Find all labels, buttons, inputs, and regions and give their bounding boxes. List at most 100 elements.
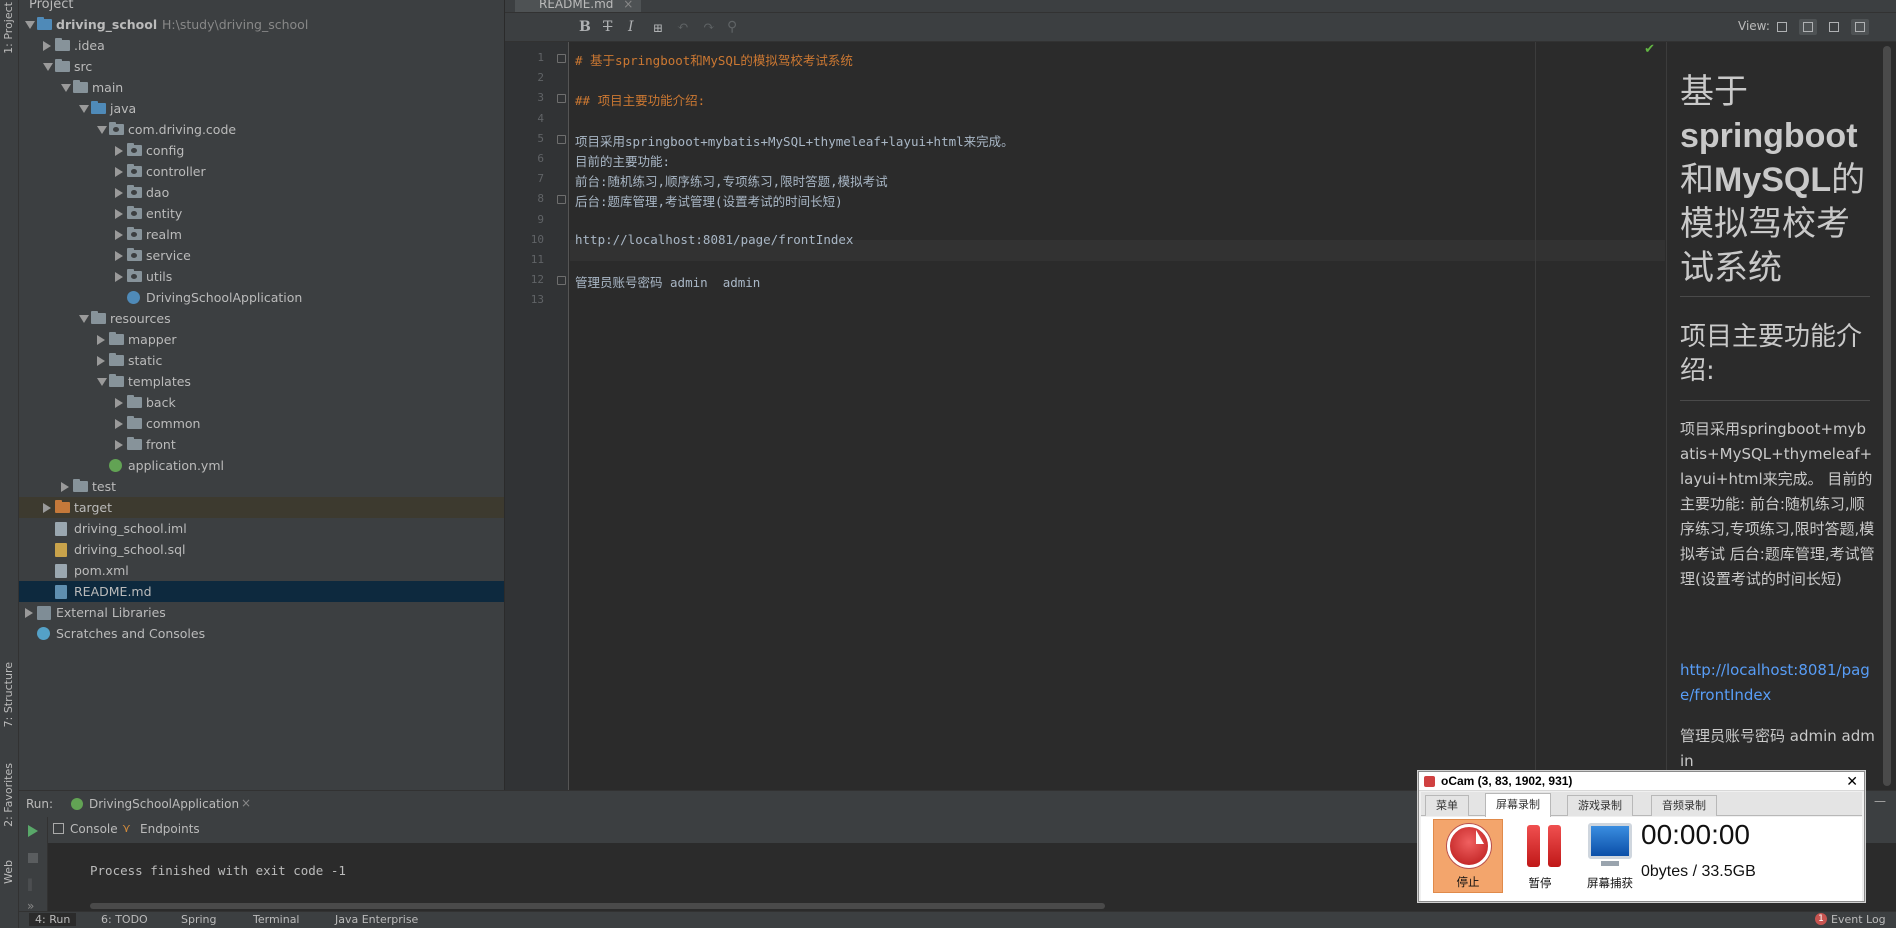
- tree-item-driving-school-sql[interactable]: driving_school.sql: [19, 539, 504, 560]
- tree-item-application-yml[interactable]: application.yml: [19, 455, 504, 476]
- expand-arrow-icon[interactable]: [61, 84, 71, 92]
- tree-item-idea[interactable]: .idea: [19, 35, 504, 56]
- collapse-arrow-icon[interactable]: [115, 188, 123, 198]
- collapse-arrow-icon[interactable]: [115, 146, 123, 156]
- tree-item-src[interactable]: src: [19, 56, 504, 77]
- collapse-arrow-icon[interactable]: [97, 356, 105, 366]
- collapse-arrow-icon[interactable]: [115, 251, 123, 261]
- console-tab[interactable]: Console: [70, 822, 118, 836]
- collapse-arrow-icon[interactable]: [61, 482, 69, 492]
- tree-item-com-driving-code[interactable]: com.driving.code: [19, 119, 504, 140]
- tree-item-driving-school-iml[interactable]: driving_school.iml: [19, 518, 504, 539]
- collapse-arrow-icon[interactable]: [43, 41, 51, 51]
- expand-arrow-icon[interactable]: [43, 63, 53, 71]
- tree-item-back[interactable]: back: [19, 392, 504, 413]
- editor-only-view-button[interactable]: [1773, 19, 1791, 35]
- screen-capture-button[interactable]: 屏幕捕获: [1575, 819, 1645, 893]
- project-panel-title[interactable]: Project: [29, 0, 73, 12]
- collapse-arrow-icon[interactable]: [115, 398, 123, 408]
- tree-item-java[interactable]: java: [19, 98, 504, 119]
- pause-icon[interactable]: ‖: [27, 877, 33, 891]
- preview-only-view-button[interactable]: [1825, 19, 1843, 35]
- fold-marker-icon[interactable]: [557, 276, 566, 286]
- endpoints-tab[interactable]: Endpoints: [140, 822, 200, 836]
- fold-marker-icon[interactable]: [557, 195, 566, 205]
- scrollbar-thumb[interactable]: [1883, 46, 1891, 786]
- stop-icon[interactable]: [28, 853, 38, 863]
- pause-button[interactable]: 暂停: [1505, 819, 1575, 893]
- collapse-arrow-icon[interactable]: [25, 608, 33, 618]
- stop-record-button[interactable]: 停止: [1433, 819, 1503, 893]
- ocam-tab-audio-record[interactable]: 音频录制: [1651, 795, 1717, 816]
- link-icon[interactable]: ⚲: [727, 19, 737, 35]
- collapse-arrow-icon[interactable]: [115, 209, 123, 219]
- collapse-arrow-icon[interactable]: [115, 230, 123, 240]
- code-icon[interactable]: ⊞: [653, 21, 663, 35]
- spring-tool-tab[interactable]: Spring: [181, 913, 217, 926]
- tree-item-realm[interactable]: realm: [19, 224, 504, 245]
- close-icon[interactable]: ×: [241, 796, 251, 810]
- fold-marker-icon[interactable]: [557, 134, 566, 144]
- collapse-arrow-icon[interactable]: [97, 335, 105, 345]
- tree-item-main[interactable]: main: [19, 77, 504, 98]
- tree-item-utils[interactable]: utils: [19, 266, 504, 287]
- minimize-icon[interactable]: —: [1874, 794, 1886, 808]
- structure-tool-tab[interactable]: 7: Structure: [2, 662, 15, 727]
- tree-item-readme-md[interactable]: README.md: [19, 581, 504, 602]
- fold-marker-icon[interactable]: [557, 94, 566, 104]
- bold-button[interactable]: B: [579, 19, 591, 35]
- tree-item-dao[interactable]: dao: [19, 182, 504, 203]
- header-increase-icon[interactable]: ↷: [703, 19, 715, 35]
- header-decrease-icon[interactable]: ↶: [677, 19, 689, 35]
- tree-item-test[interactable]: test: [19, 476, 504, 497]
- ocam-tab-screen-record[interactable]: 屏幕录制: [1485, 793, 1551, 817]
- ocam-tab-game-record[interactable]: 游戏录制: [1567, 795, 1633, 816]
- close-icon[interactable]: ×: [623, 0, 633, 11]
- expand-arrow-icon[interactable]: [97, 378, 107, 386]
- tree-item-target[interactable]: target: [19, 497, 504, 518]
- expand-arrow-icon[interactable]: [97, 126, 107, 134]
- italic-button[interactable]: I: [628, 19, 634, 35]
- terminal-tool-tab[interactable]: Terminal: [253, 913, 300, 926]
- event-log-tab[interactable]: Event Log: [1831, 913, 1886, 926]
- rerun-icon[interactable]: [28, 825, 38, 837]
- layout-toggle-button[interactable]: [1851, 19, 1869, 35]
- fold-marker-icon[interactable]: [557, 54, 566, 63]
- tree-item-service[interactable]: service: [19, 245, 504, 266]
- favorites-tool-tab[interactable]: 2: Favorites: [2, 763, 15, 827]
- tree-item-drivingschoolapplication[interactable]: DrivingSchoolApplication: [19, 287, 504, 308]
- tree-item-common[interactable]: common: [19, 413, 504, 434]
- collapse-arrow-icon[interactable]: [115, 419, 123, 429]
- tree-item-driving-school[interactable]: driving_school H:\study\driving_school: [19, 14, 504, 35]
- markdown-editor[interactable]: ✔ # 基于springboot和MySQL的模拟驾校考试系统 ## 项目主要功能…: [570, 42, 1665, 790]
- tree-item-external-libraries[interactable]: External Libraries: [19, 602, 504, 623]
- inspection-ok-icon[interactable]: ✔: [1644, 42, 1655, 57]
- collapse-arrow-icon[interactable]: [115, 167, 123, 177]
- collapse-arrow-icon[interactable]: [115, 440, 123, 450]
- tree-item-resources[interactable]: resources: [19, 308, 504, 329]
- close-icon[interactable]: ✕: [1846, 772, 1858, 791]
- web-tool-tab[interactable]: Web: [2, 860, 15, 884]
- tree-item-mapper[interactable]: mapper: [19, 329, 504, 350]
- tree-item-front[interactable]: front: [19, 434, 504, 455]
- expand-arrow-icon[interactable]: [25, 21, 35, 29]
- tab-readme-md[interactable]: README.md ×: [515, 0, 642, 12]
- todo-tool-tab[interactable]: 6: TODO: [101, 913, 148, 926]
- tree-item-entity[interactable]: entity: [19, 203, 504, 224]
- preview-scrollbar[interactable]: [1878, 42, 1896, 790]
- tree-item-static[interactable]: static: [19, 350, 504, 371]
- preview-link[interactable]: http://localhost:8081/page/frontIndex: [1680, 658, 1875, 708]
- collapse-arrow-icon[interactable]: [43, 503, 51, 513]
- console-horizontal-scrollbar[interactable]: [90, 903, 1105, 909]
- tree-item-config[interactable]: config: [19, 140, 504, 161]
- collapse-arrow-icon[interactable]: [115, 272, 123, 282]
- expand-arrow-icon[interactable]: [79, 105, 89, 113]
- split-view-button[interactable]: [1799, 19, 1817, 35]
- run-config-tab[interactable]: DrivingSchoolApplication: [89, 797, 239, 811]
- ocam-title-bar[interactable]: oCam (3, 83, 1902, 931) ✕: [1419, 772, 1864, 791]
- expand-arrow-icon[interactable]: [79, 315, 89, 323]
- java-enterprise-tool-tab[interactable]: Java Enterprise: [335, 913, 418, 926]
- tree-item-templates[interactable]: templates: [19, 371, 504, 392]
- run-tool-tab[interactable]: 4: Run: [29, 913, 77, 926]
- strikethrough-button[interactable]: T: [603, 19, 612, 35]
